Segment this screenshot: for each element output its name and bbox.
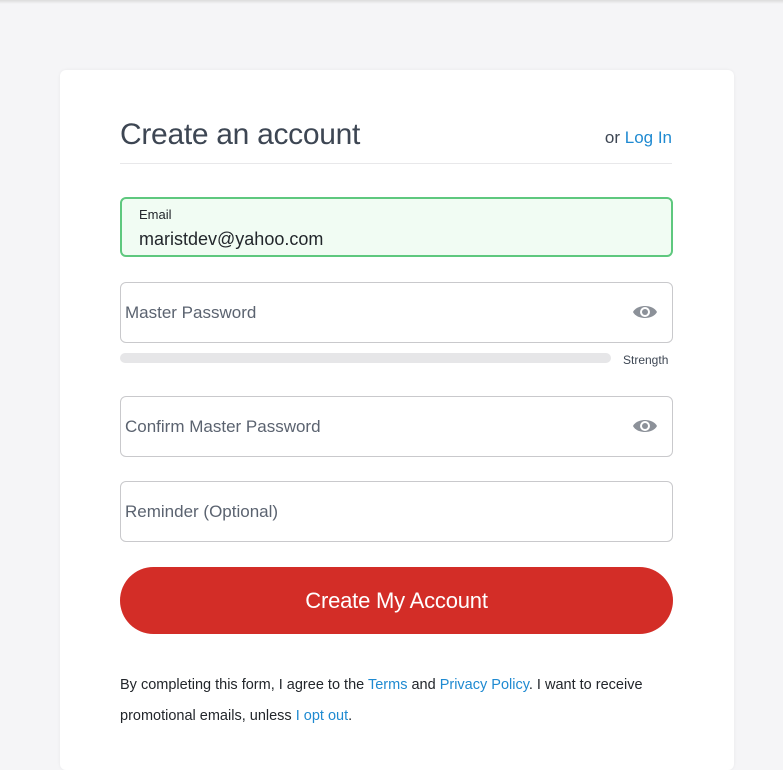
password-strength-label: Strength	[623, 353, 669, 367]
legal-part-2: and	[407, 677, 440, 693]
password-strength-bar	[120, 353, 611, 363]
legal-text: By completing this form, I agree to the …	[120, 670, 680, 732]
opt-out-link[interactable]: I opt out	[296, 708, 348, 724]
form-header: Create an account or Log In	[120, 116, 672, 164]
page-title: Create an account	[120, 118, 361, 151]
email-value[interactable]: maristdev@yahoo.com	[139, 229, 323, 250]
eye-icon[interactable]	[632, 416, 658, 436]
terms-link[interactable]: Terms	[368, 677, 407, 693]
eye-icon[interactable]	[632, 302, 658, 322]
login-link[interactable]: Log In	[625, 128, 672, 147]
confirm-password-input[interactable]	[125, 397, 605, 456]
login-prompt: or Log In	[605, 128, 672, 148]
email-label: Email	[139, 207, 172, 222]
signup-card: Create an account or Log In Email marist…	[60, 70, 734, 770]
create-account-button[interactable]: Create My Account	[120, 567, 673, 634]
master-password-field[interactable]	[120, 282, 673, 343]
master-password-input[interactable]	[125, 283, 605, 342]
login-prefix: or	[604, 128, 620, 147]
email-field[interactable]: Email maristdev@yahoo.com	[120, 197, 673, 257]
reminder-field[interactable]	[120, 481, 673, 542]
privacy-policy-link[interactable]: Privacy Policy	[440, 677, 529, 693]
legal-part-1: By completing this form, I agree to the	[120, 677, 368, 693]
legal-part-4: .	[348, 708, 353, 724]
top-shadow	[0, 0, 783, 4]
reminder-input[interactable]	[125, 482, 605, 541]
confirm-password-field[interactable]	[120, 396, 673, 457]
